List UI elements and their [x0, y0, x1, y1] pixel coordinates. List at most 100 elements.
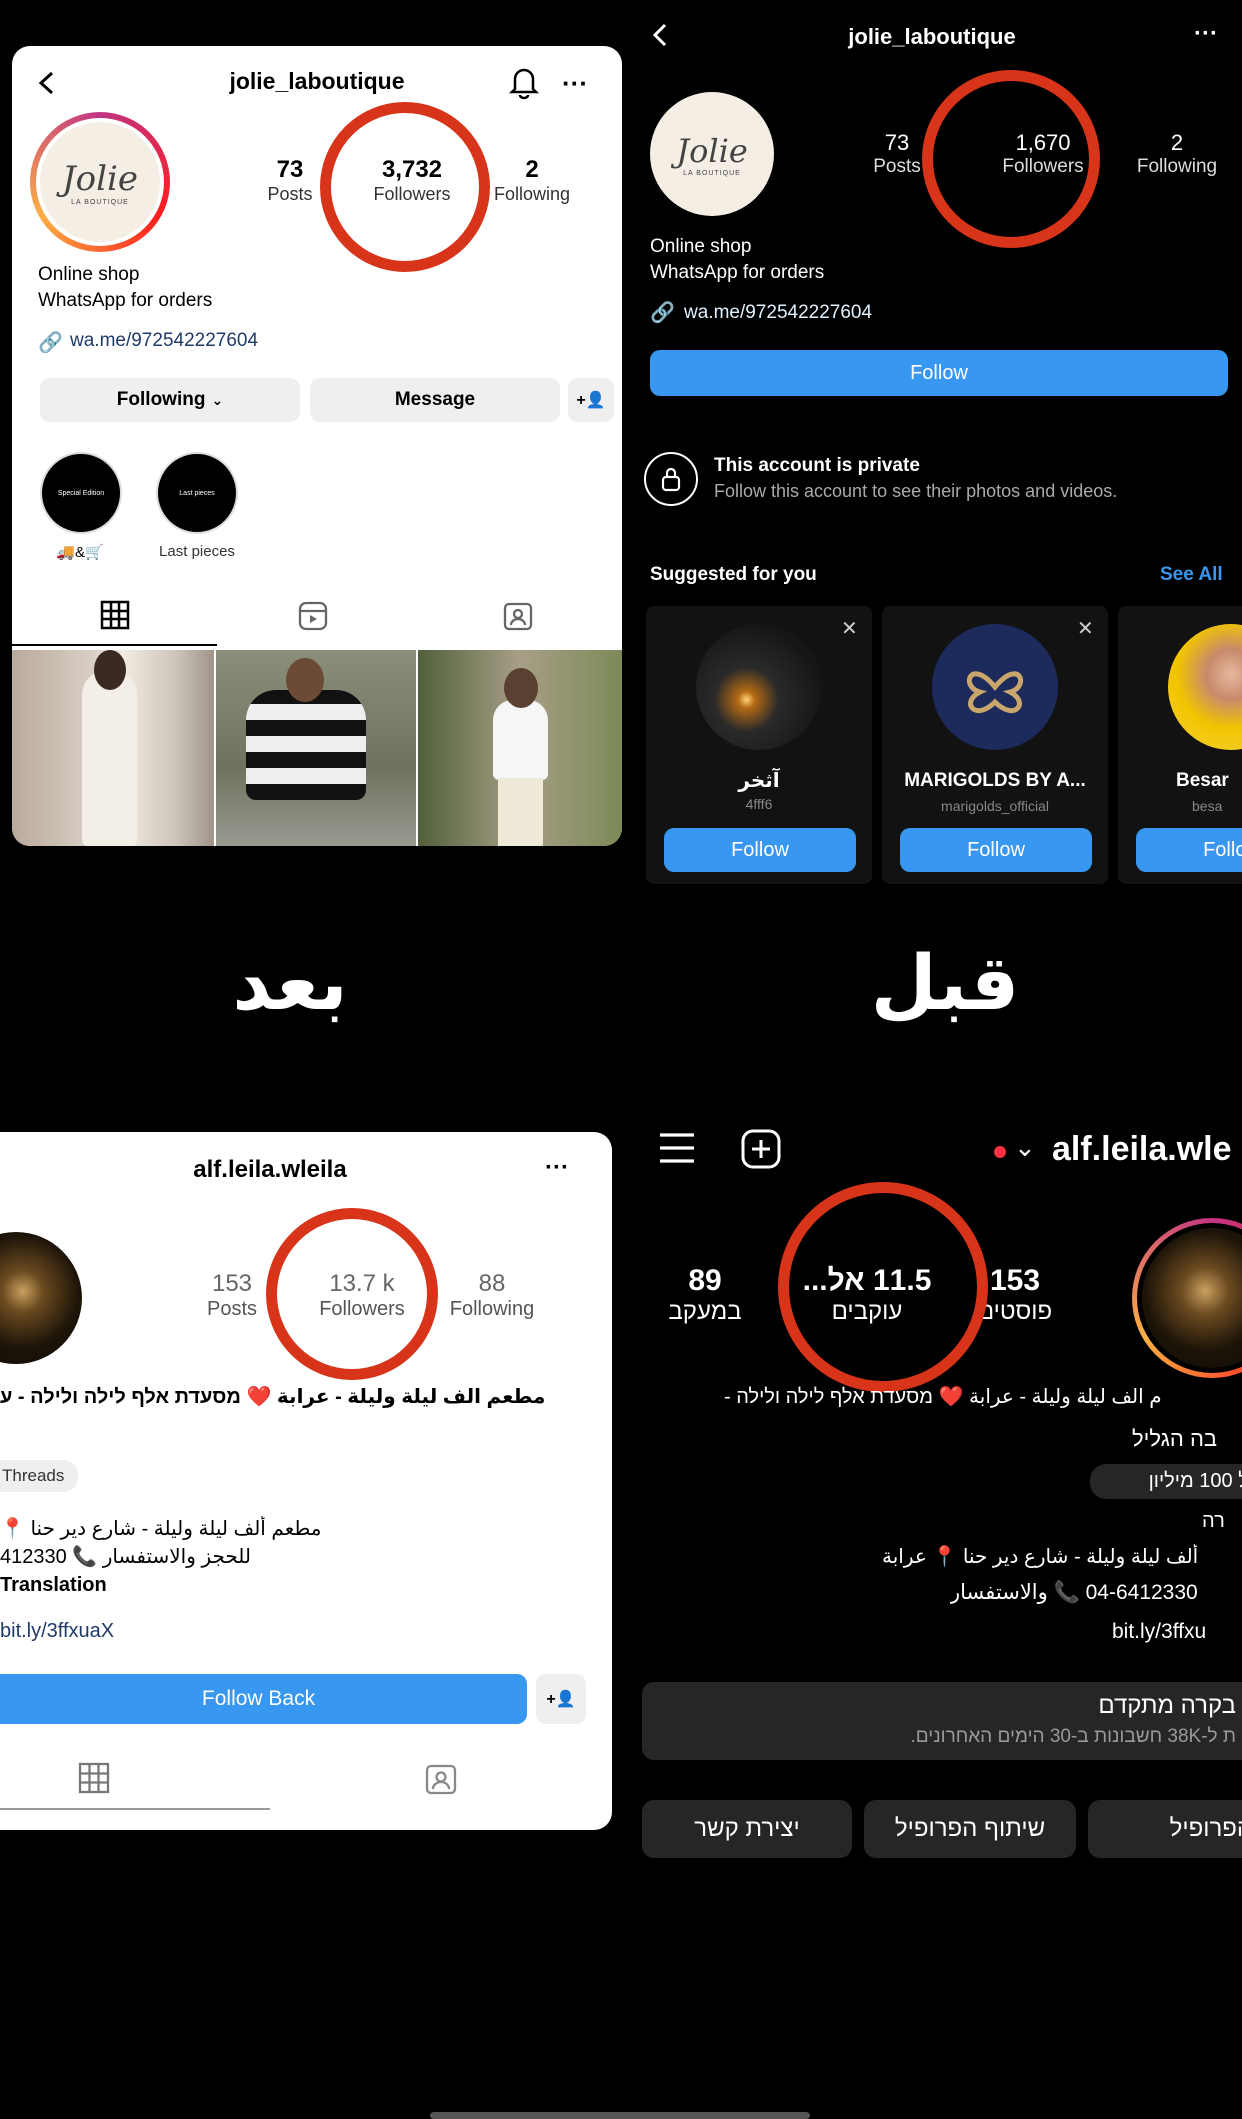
bio-link[interactable]: bit.ly/3ffxuaX	[0, 1620, 114, 1643]
stat-following[interactable]: 88 Following	[432, 1270, 552, 1321]
reels-tab-icon[interactable]	[297, 600, 329, 632]
bell-icon[interactable]	[507, 64, 541, 100]
panel-before-alfleila: ⌄ alf.leila.wle 89 במעקב 11.5 אל... עוקב…	[632, 1110, 1242, 1870]
private-title: This account is private	[714, 455, 920, 476]
following-button[interactable]: Following ⌄	[40, 378, 300, 422]
back-icon[interactable]	[646, 20, 674, 50]
suggested-follow-button[interactable]: Follow	[664, 828, 856, 872]
close-icon[interactable]: ✕	[1077, 616, 1094, 641]
home-indicator	[430, 2112, 810, 2119]
stat-following[interactable]: 89 במעקב	[650, 1264, 760, 1326]
profile-username[interactable]: alf.leila.wle	[1052, 1130, 1232, 1169]
tagged-tab-icon[interactable]	[502, 600, 534, 632]
tagged-tab-icon[interactable]	[424, 1762, 458, 1796]
stat-following-value: 2	[1170, 130, 1184, 155]
contact-button[interactable]: יצירת קשר	[642, 1800, 852, 1858]
bio-line-2: للحجز والاستفسار 📞 412330	[0, 1546, 252, 1568]
stat-posts[interactable]: 153 Posts	[192, 1270, 272, 1321]
stat-posts[interactable]: 73 Posts	[250, 156, 330, 205]
avatar[interactable]: Jolie LA BOUTIQUE	[650, 92, 774, 216]
category-badge-label: מעל 100 מיליון	[1148, 1470, 1242, 1492]
highlight-circle	[320, 102, 490, 272]
suggested-card[interactable]: Besar besa Follow	[1118, 606, 1242, 884]
stat-posts-label: Posts	[206, 1298, 258, 1320]
stat-posts-label: Posts	[267, 184, 313, 204]
more-options-icon[interactable]: ···	[1194, 20, 1218, 48]
bio-line-1: Online shop	[38, 264, 140, 285]
stat-following-value: 89	[688, 1264, 722, 1297]
suggested-name: MARIGOLDS BY A...	[904, 770, 1086, 791]
avatar[interactable]: Jolie LA BOUTIQUE	[30, 112, 170, 252]
suggested-handle: marigolds_official	[941, 798, 1049, 814]
profile-name-line: م الف ليلة وليلة - عرابة ❤️ מסעדת אלף לי…	[724, 1386, 1162, 1408]
dashboard-subtitle: ת ל-38K חשבונות ב-30 הימים האחרונים.	[910, 1726, 1236, 1747]
grid-tab-icon[interactable]	[100, 600, 130, 630]
profile-username: jolie_laboutique	[229, 68, 405, 94]
suggested-follow-button[interactable]: Follow	[1136, 828, 1242, 872]
avatar[interactable]	[0, 1232, 82, 1364]
category-badge[interactable]: מעל 100 מיליון	[1090, 1464, 1242, 1499]
stat-following-value: 88	[478, 1270, 506, 1297]
follow-back-button[interactable]: Follow Back	[0, 1674, 527, 1724]
suggested-follow-button[interactable]: Follow	[900, 828, 1092, 872]
suggested-title: Suggested for you	[650, 564, 817, 585]
stat-following-value: 2	[525, 156, 539, 183]
chevron-down-icon[interactable]: ⌄	[1014, 1132, 1036, 1163]
more-options-icon[interactable]: ···	[562, 68, 588, 99]
menu-icon[interactable]	[658, 1130, 696, 1166]
story-highlight-2[interactable]: Last pieces	[156, 452, 238, 534]
more-options-icon[interactable]: ···	[545, 1154, 569, 1182]
bio-link[interactable]: bit.ly/3ffxu	[1112, 1620, 1242, 1644]
caption-before: قبل	[870, 938, 1020, 1027]
bio-line-5: 04-6412330 📞 والاستفسار	[950, 1581, 1198, 1604]
bio-link[interactable]: wa.me/972542227604	[684, 302, 872, 324]
bio-link[interactable]: wa.me/972542227604	[70, 330, 258, 352]
close-icon[interactable]: ✕	[841, 616, 858, 641]
create-post-icon[interactable]	[740, 1128, 782, 1170]
add-user-button[interactable]: +👤	[536, 1674, 586, 1724]
edit-profile-button-label: כת הפרופיל	[1169, 1815, 1242, 1842]
bio-line-2: בה הגליל	[1132, 1426, 1218, 1451]
stat-following[interactable]: 2 Following	[482, 156, 582, 205]
active-tab-indicator	[0, 1808, 270, 1810]
add-user-button[interactable]: +👤	[568, 378, 614, 422]
suggested-card[interactable]: ✕ MARIGOLDS BY A... marigolds_official F…	[882, 606, 1108, 884]
dashboard-title: בקרה מתקדם	[1098, 1692, 1236, 1719]
avatar[interactable]	[1132, 1218, 1242, 1378]
bio-line-4: ألف ليلة وليلة - شارع دير حنا 📍 عرابة	[882, 1546, 1199, 1568]
panel-after-alfleila: alf.leila.wleila ··· 153 Posts 13.7 k Fo…	[0, 1132, 612, 1830]
edit-profile-button[interactable]: כת הפרופיל	[1088, 1800, 1242, 1858]
avatar-logo-sub: LA BOUTIQUE	[71, 198, 129, 206]
stat-following[interactable]: 2 Following	[1122, 130, 1232, 178]
threads-badge[interactable]: Threads	[0, 1460, 79, 1492]
stat-following-label: במעקב	[668, 1298, 742, 1325]
see-all-link[interactable]: See All	[1160, 564, 1223, 586]
translation-label[interactable]: Translation	[0, 1574, 107, 1597]
highlight-1-label: 🚚&🛒	[56, 544, 104, 561]
story-highlight-1[interactable]: Special Edition	[40, 452, 122, 534]
message-button[interactable]: Message	[310, 378, 560, 422]
highlight-circle	[922, 70, 1100, 248]
post-thumbnail-1[interactable]	[12, 650, 214, 846]
highlight-2-label: Last pieces	[159, 543, 235, 560]
caption-after: بعد	[232, 938, 348, 1027]
follow-button[interactable]: Follow	[650, 350, 1228, 396]
stat-following-label: Following	[1136, 156, 1218, 177]
stat-posts-value: 73	[276, 156, 304, 183]
bio-line-1: مطعم ألف ليلة وليلة - شارع دير حنا 📍	[0, 1518, 322, 1540]
post-thumbnail-3[interactable]	[418, 650, 622, 846]
notification-dot-icon	[994, 1146, 1006, 1158]
suggested-handle: besa	[1192, 798, 1223, 814]
grid-tab-icon[interactable]	[78, 1762, 110, 1794]
professional-dashboard[interactable]: בקרה מתקדם ת ל-38K חשבונות ב-30 הימים הא…	[642, 1682, 1242, 1760]
highlight-1-inner: Special Edition	[57, 489, 105, 497]
share-profile-button[interactable]: שיתוף הפרופיל	[864, 1800, 1076, 1858]
highlight-2-inner: Last pieces	[179, 489, 215, 497]
post-thumbnail-2[interactable]	[216, 650, 416, 846]
suggested-card[interactable]: ✕ آثخر 4fff6 Follow	[646, 606, 872, 884]
stat-following-label: Following	[493, 184, 571, 204]
bio-line-1: Online shop	[650, 236, 752, 257]
chevron-down-icon: ⌄	[211, 391, 224, 408]
suggested-avatar	[1168, 624, 1242, 750]
back-icon[interactable]	[32, 68, 62, 98]
